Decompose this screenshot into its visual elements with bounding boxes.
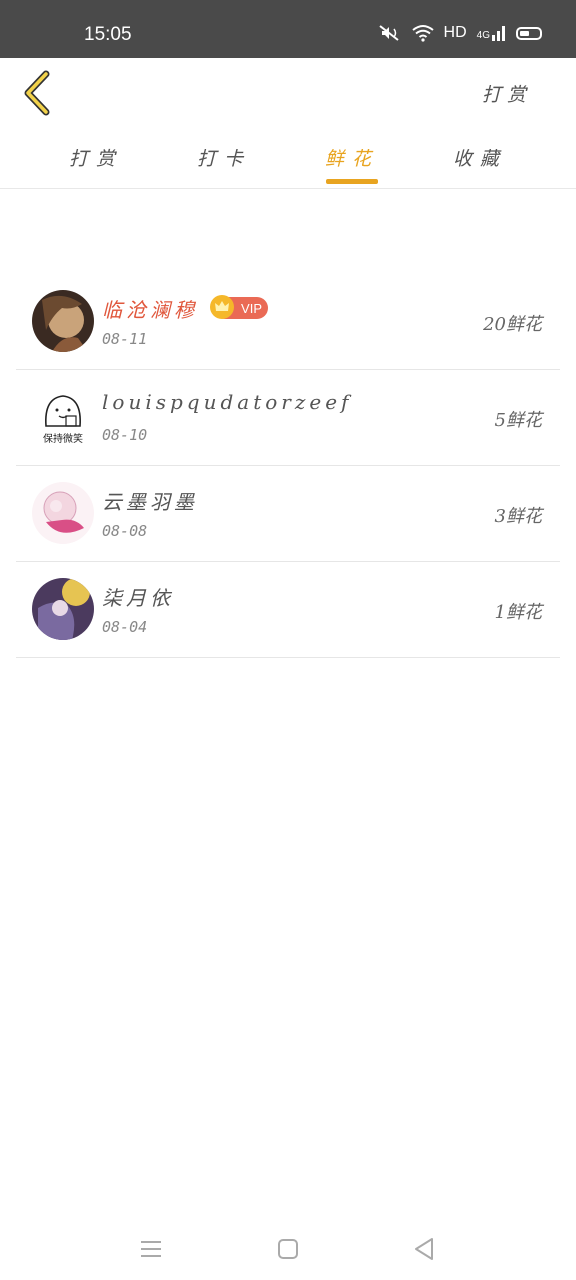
avatar[interactable]	[32, 482, 94, 544]
signal-icon: 4G	[477, 25, 506, 41]
avatar[interactable]	[32, 290, 94, 352]
status-time: 15:05	[84, 24, 132, 45]
home-button[interactable]	[273, 1234, 303, 1264]
flower-count: 1鲜花	[494, 602, 542, 623]
tab-reward[interactable]: 打赏	[56, 144, 136, 171]
menu-button[interactable]	[136, 1234, 166, 1264]
flower-count: 3鲜花	[494, 506, 542, 527]
tab-flowers[interactable]: 鲜花	[312, 144, 392, 171]
date: 08-04	[102, 618, 148, 636]
user-name[interactable]: 云墨羽墨	[102, 486, 198, 515]
user-name[interactable]: louispqudatorzeef	[102, 390, 352, 414]
system-nav-bar	[0, 1220, 576, 1280]
date: 08-10	[102, 426, 148, 444]
list-item[interactable]: 柒月依 08-04 1鲜花	[16, 562, 560, 658]
avatar-caption: 保持微笑	[43, 432, 83, 445]
reward-action-button[interactable]: 打赏	[482, 80, 532, 107]
avatar[interactable]: 保持微笑	[32, 386, 94, 448]
header: 打赏	[0, 58, 576, 128]
date: 08-11	[102, 330, 148, 348]
user-name[interactable]: 柒月依	[102, 582, 174, 611]
network-label: HD	[443, 24, 467, 41]
home-square-icon	[278, 1239, 298, 1259]
menu-icon	[141, 1241, 161, 1257]
list-item[interactable]: 保持微笑 louispqudatorzeef 08-10 5鲜花	[16, 370, 560, 466]
flower-count: 5鲜花	[494, 410, 542, 431]
tab-collect[interactable]: 收藏	[440, 144, 520, 171]
flower-list: 临沧澜穆 VIP 08-11 20鲜花 保持微笑 louispqudatorze…	[16, 274, 560, 658]
crown-icon	[210, 295, 234, 319]
flower-count: 20鲜花	[483, 314, 542, 335]
back-nav-button[interactable]	[410, 1234, 440, 1264]
battery-icon	[516, 26, 542, 40]
status-bar: 15:05 HD 4G	[0, 0, 576, 58]
mute-icon	[378, 24, 402, 42]
tab-bar: 打赏 打卡 鲜花 收藏	[0, 128, 576, 189]
user-name[interactable]: 临沧澜穆	[102, 294, 198, 323]
active-tab-indicator	[326, 179, 378, 184]
status-icons: HD 4G	[378, 24, 542, 42]
list-item[interactable]: 临沧澜穆 VIP 08-11 20鲜花	[16, 274, 560, 370]
signal-label: 4G	[476, 30, 490, 41]
wifi-icon	[411, 24, 434, 42]
date: 08-08	[102, 522, 148, 540]
tab-checkin[interactable]: 打卡	[184, 144, 264, 171]
vip-label: VIP	[241, 300, 262, 316]
list-item[interactable]: 云墨羽墨 08-08 3鲜花	[16, 466, 560, 562]
vip-badge: VIP	[210, 295, 268, 319]
back-arrow-icon	[24, 70, 50, 116]
back-button[interactable]	[20, 70, 60, 116]
avatar[interactable]	[32, 578, 94, 640]
back-triangle-icon	[415, 1238, 433, 1260]
